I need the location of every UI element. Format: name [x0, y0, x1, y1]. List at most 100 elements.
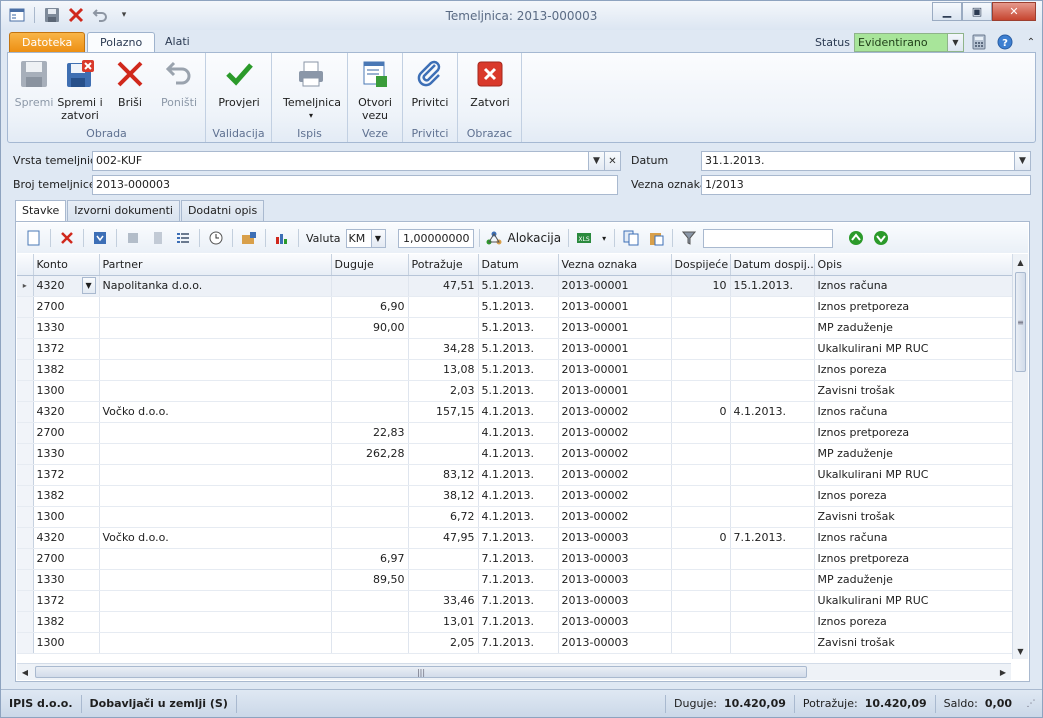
table-cell[interactable]: 2013-00003	[558, 590, 672, 612]
table-cell[interactable]	[671, 569, 731, 591]
table-cell[interactable]	[671, 296, 731, 318]
spremi-zatvori-button[interactable]: Spremi i zatvori	[56, 58, 104, 122]
table-cell[interactable]: 5.1.2013.	[478, 380, 559, 402]
row-indicator[interactable]	[17, 611, 34, 633]
table-cell[interactable]	[408, 317, 479, 339]
table-cell[interactable]: 1330	[33, 317, 100, 339]
ponisti-button[interactable]: Poništi	[156, 58, 202, 109]
row-indicator[interactable]	[17, 590, 34, 612]
row-indicator[interactable]	[17, 338, 34, 360]
table-cell[interactable]: 89,50	[331, 569, 409, 591]
table-cell[interactable]	[408, 443, 479, 465]
table-cell[interactable]	[331, 401, 409, 423]
row-indicator[interactable]	[17, 401, 34, 423]
chevron-down-icon[interactable]: ▼	[588, 151, 605, 171]
table-cell[interactable]: 6,72	[408, 506, 479, 528]
chart-icon[interactable]	[271, 227, 293, 249]
table-cell[interactable]: 7.1.2013.	[478, 527, 559, 549]
table-cell[interactable]: 4.1.2013.	[478, 422, 559, 444]
table-cell[interactable]: 2013-00001	[558, 380, 672, 402]
row-indicator[interactable]	[17, 359, 34, 381]
table-row[interactable]: 4320 Vočko d.o.o. 157,15 4.1.2013. 2013-0000…	[17, 401, 1012, 423]
table-cell[interactable]: 4320 ▼	[33, 275, 100, 297]
table-cell[interactable]: 2013-00003	[558, 632, 672, 654]
new-row-icon[interactable]	[23, 227, 45, 249]
table-cell[interactable]: 7.1.2013.	[478, 590, 559, 612]
table-cell[interactable]: Zavisni trošak	[814, 380, 1012, 402]
table-cell[interactable]: 4.1.2013.	[730, 401, 815, 423]
table-cell[interactable]: 2700	[33, 548, 100, 570]
table-cell[interactable]: Napolitanka d.o.o.	[99, 275, 332, 297]
row-indicator[interactable]	[17, 506, 34, 528]
table-cell[interactable]: 4.1.2013.	[478, 443, 559, 465]
table-cell[interactable]: MP zaduženje	[814, 317, 1012, 339]
table-cell[interactable]: Iznos računa	[814, 401, 1012, 423]
scroll-thumb[interactable]: ≡	[1015, 272, 1026, 372]
table-cell[interactable]: 13,01	[408, 611, 479, 633]
column-header[interactable]: Opis	[814, 254, 1012, 276]
table-row[interactable]: 4320 Vočko d.o.o. 47,95 7.1.2013. 2013-00003…	[17, 527, 1012, 549]
column-header[interactable]: Potražuje	[408, 254, 479, 276]
delete-row-icon[interactable]	[56, 227, 78, 249]
table-cell[interactable]	[331, 380, 409, 402]
table-cell[interactable]: 15.1.2013.	[730, 275, 815, 297]
table-cell[interactable]: 2013-00001	[558, 338, 672, 360]
table-cell[interactable]	[99, 317, 332, 339]
table-cell[interactable]	[99, 296, 332, 318]
table-row[interactable]: 1330 89,50 7.1.2013. 2013-00003 MP zaduženje	[17, 569, 1012, 591]
table-cell[interactable]	[99, 485, 332, 507]
table-cell[interactable]	[408, 296, 479, 318]
table-cell[interactable]	[671, 506, 731, 528]
row-indicator[interactable]	[17, 317, 34, 339]
table-cell[interactable]: 6,97	[331, 548, 409, 570]
column-header[interactable]: Datum dospij...	[730, 254, 815, 276]
table-cell[interactable]: 262,28	[331, 443, 409, 465]
table-row[interactable]: ▸ 4320 ▼ Napolitanka d.o.o. 47,51 5.1.2013. 20…	[17, 275, 1012, 297]
tab-stavke[interactable]: Stavke	[15, 200, 67, 223]
table-cell[interactable]: Iznos pretporeza	[814, 296, 1012, 318]
table-cell[interactable]: 2700	[33, 296, 100, 318]
tab-dodatni-opis[interactable]: Dodatni opis	[180, 200, 265, 222]
row-indicator[interactable]	[17, 548, 34, 570]
table-cell[interactable]: Iznos pretporeza	[814, 548, 1012, 570]
table-cell[interactable]	[671, 611, 731, 633]
otvori-vezu-button[interactable]: Otvori vezu	[352, 58, 398, 122]
scroll-right-icon[interactable]: ▶	[995, 664, 1011, 680]
arrow-up-icon[interactable]	[845, 227, 867, 249]
table-cell[interactable]	[671, 590, 731, 612]
table-cell[interactable]: 2013-00001	[558, 359, 672, 381]
table-cell[interactable]: 2013-00002	[558, 401, 672, 423]
table-cell[interactable]	[730, 359, 815, 381]
table-cell[interactable]: MP zaduženje	[814, 569, 1012, 591]
table-cell[interactable]	[730, 443, 815, 465]
table-cell[interactable]: 4.1.2013.	[478, 464, 559, 486]
table-cell[interactable]: 4.1.2013.	[478, 401, 559, 423]
spremi-button[interactable]: Spremi	[11, 58, 57, 109]
table-cell[interactable]: 157,15	[408, 401, 479, 423]
table-cell[interactable]: 7.1.2013.	[478, 632, 559, 654]
table-cell[interactable]: 1330	[33, 569, 100, 591]
table-cell[interactable]: 2013-00002	[558, 464, 672, 486]
column-header[interactable]: Konto	[33, 254, 100, 276]
brisi-button[interactable]: Briši	[107, 58, 153, 109]
table-cell[interactable]: 1300	[33, 506, 100, 528]
tecaj-input[interactable]: 1,00000000	[397, 228, 474, 248]
table-cell[interactable]	[671, 632, 731, 654]
table-cell[interactable]	[99, 443, 332, 465]
table-cell[interactable]: 7.1.2013.	[478, 611, 559, 633]
table-cell[interactable]	[730, 296, 815, 318]
scroll-left-icon[interactable]: ◀	[17, 664, 33, 680]
table-cell[interactable]: Zavisni trošak	[814, 632, 1012, 654]
calculator-icon[interactable]	[968, 32, 990, 52]
table-cell[interactable]: Iznos računa	[814, 527, 1012, 549]
table-cell[interactable]	[331, 464, 409, 486]
table-cell[interactable]	[99, 338, 332, 360]
table-cell[interactable]	[99, 422, 332, 444]
table-cell[interactable]	[671, 380, 731, 402]
datum-input[interactable]: 31.1.2013.	[701, 151, 1015, 171]
chevron-down-icon[interactable]: ▼	[81, 277, 96, 294]
table-cell[interactable]: 1372	[33, 464, 100, 486]
scroll-down-icon[interactable]: ▼	[1013, 643, 1028, 659]
table-cell[interactable]	[408, 569, 479, 591]
table-cell[interactable]	[99, 506, 332, 528]
